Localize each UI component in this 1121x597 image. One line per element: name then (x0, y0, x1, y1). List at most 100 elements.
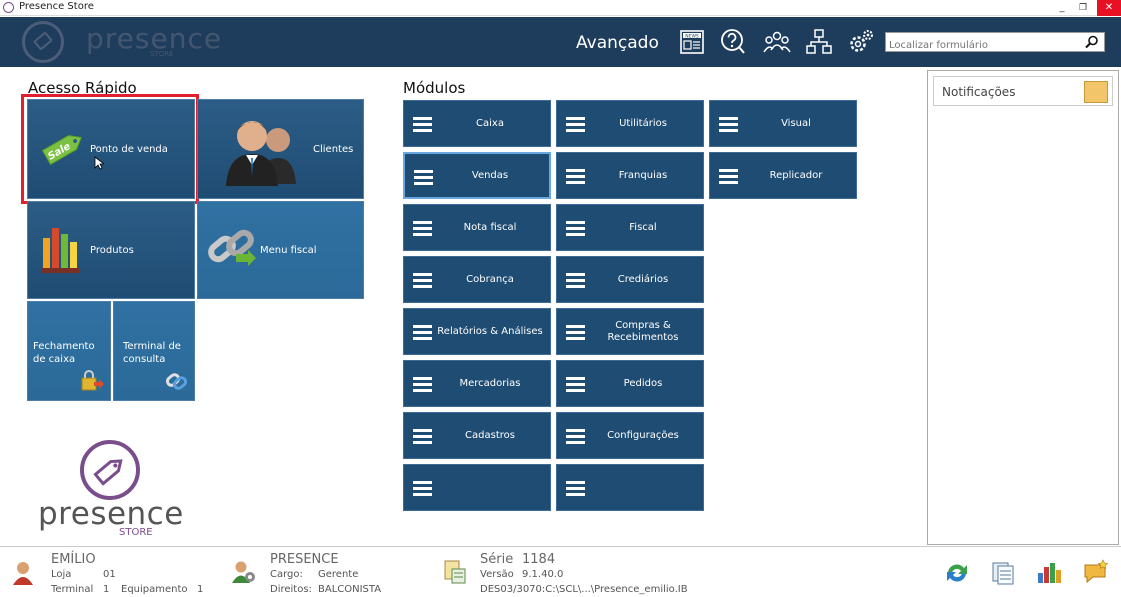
help-icon[interactable] (719, 28, 747, 56)
tile-label: Produtos (90, 245, 134, 256)
tile-clientes[interactable]: Clientes (197, 99, 364, 199)
tile-produtos[interactable]: Produtos (27, 201, 195, 299)
hamburger-menu-icon (413, 429, 432, 444)
hamburger-menu-icon (566, 429, 585, 444)
tile-fechamento-de-caixa[interactable]: Fechamento de caixa (27, 301, 111, 401)
clients-icon (226, 121, 296, 186)
notifications-header[interactable]: Notificações (933, 76, 1113, 106)
notifications-panel: Notificações (927, 70, 1119, 545)
module-label: Utilitários (619, 117, 667, 129)
hamburger-menu-icon (413, 377, 432, 392)
network-icon[interactable] (805, 28, 833, 56)
module-tile[interactable]: Utilitários (556, 100, 704, 147)
module-label: Crediários (617, 273, 669, 285)
module-label: Nota fiscal (463, 221, 517, 233)
hamburger-menu-icon (566, 221, 585, 236)
module-tile[interactable]: Pedidos (556, 360, 704, 407)
module-label (434, 465, 546, 510)
module-label: Vendas (471, 169, 509, 181)
hamburger-menu-icon (719, 169, 738, 184)
module-label: Caixa (476, 117, 504, 129)
header-logo-sub: STORE (150, 50, 174, 58)
serie-value: 1184 (522, 552, 556, 567)
direitos-value: BALCONISTA (318, 584, 382, 595)
hamburger-menu-icon (566, 117, 585, 132)
notification-envelope-icon[interactable] (1084, 81, 1108, 103)
hamburger-menu-icon (413, 221, 432, 236)
module-tile[interactable] (403, 464, 551, 511)
status-bar: EMÍLIO Loja 01 Terminal 1 Equipamento 1 … (0, 546, 1121, 597)
tile-label: Clientes (313, 144, 354, 155)
user-icon (13, 562, 33, 585)
search-input[interactable] (886, 36, 1081, 55)
module-tile[interactable]: Nota fiscal (403, 204, 551, 251)
settings-icon[interactable] (847, 28, 875, 56)
module-tile[interactable]: Compras & Recebimentos (556, 308, 704, 355)
loja-label: Loja (51, 569, 72, 580)
minimize-button[interactable]: _ (1052, 0, 1072, 16)
module-tile[interactable]: Mercadorias (403, 360, 551, 407)
user-name: EMÍLIO (51, 552, 96, 567)
chain-link-icon (208, 229, 256, 266)
equipamento-label: Equipamento (121, 584, 188, 595)
brand-logo-sub: STORE (119, 527, 153, 538)
selection-highlight (21, 94, 199, 204)
terminal-label: Terminal (51, 584, 94, 595)
app-icon (3, 2, 14, 13)
module-label: Relatórios & Análises (437, 325, 543, 337)
module-label: Pedidos (623, 377, 663, 389)
module-tile[interactable] (556, 464, 704, 511)
module-tile[interactable]: Fiscal (556, 204, 704, 251)
module-tile[interactable]: Replicador (709, 152, 857, 199)
module-tile[interactable]: Franquias (556, 152, 704, 199)
module-tile[interactable]: Configurações (556, 412, 704, 459)
hamburger-menu-icon (566, 481, 585, 496)
chat-star-icon[interactable] (1083, 559, 1109, 585)
tile-terminal-de-consulta[interactable]: Terminal de consulta (113, 301, 195, 401)
news-icon[interactable]: NEWS (678, 28, 706, 56)
hamburger-menu-icon (413, 273, 432, 288)
hamburger-menu-icon (413, 481, 432, 496)
bar-chart-icon[interactable] (1036, 559, 1062, 585)
cash-lock-icon (81, 370, 104, 391)
module-tile[interactable]: Relatórios & Análises (403, 308, 551, 355)
module-label: Visual (781, 117, 811, 129)
module-tile[interactable]: Caixa (403, 100, 551, 147)
window-title: Presence Store (19, 1, 94, 12)
module-tile[interactable]: Vendas (403, 152, 551, 199)
modules-title: Módulos (403, 79, 466, 97)
presence-logo-icon (22, 21, 64, 63)
refresh-icon[interactable] (944, 560, 970, 586)
hamburger-menu-icon (414, 170, 433, 185)
module-tile[interactable]: Cadastros (403, 412, 551, 459)
document-icon[interactable] (990, 560, 1016, 586)
app-header: presence STORE Avançado NEWS (0, 17, 1121, 67)
hamburger-menu-icon (719, 117, 738, 132)
terminal-link-icon (165, 373, 188, 390)
tile-label: Menu fiscal (260, 245, 317, 256)
hamburger-menu-icon (413, 117, 432, 132)
window-titlebar: Presence Store _ ❐ ✕ (0, 0, 1121, 16)
module-tile[interactable]: Crediários (556, 256, 704, 303)
tile-menu-fiscal[interactable]: Menu fiscal (197, 201, 364, 299)
loja-value: 01 (103, 569, 116, 580)
tile-label: Terminal de consulta (123, 341, 181, 365)
hamburger-menu-icon (566, 377, 585, 392)
company-user-icon (232, 561, 255, 583)
mode-label[interactable]: Avançado (576, 33, 659, 53)
close-button[interactable]: ✕ (1097, 0, 1121, 16)
users-icon[interactable] (763, 28, 791, 56)
module-label: Replicador (769, 169, 823, 181)
hamburger-menu-icon (413, 325, 432, 340)
module-tile[interactable]: Cobrança (403, 256, 551, 303)
module-label: Compras & Recebimentos (607, 319, 679, 343)
restore-button[interactable]: ❐ (1072, 0, 1094, 16)
module-tile[interactable]: Visual (709, 100, 857, 147)
search-box (885, 32, 1105, 55)
serie-label: Série (480, 552, 514, 567)
search-icon[interactable] (1085, 35, 1099, 49)
terminal-value: 1 (103, 584, 110, 595)
module-label: Cobrança (466, 273, 514, 285)
hamburger-menu-icon (566, 325, 585, 340)
hamburger-menu-icon (566, 169, 585, 184)
